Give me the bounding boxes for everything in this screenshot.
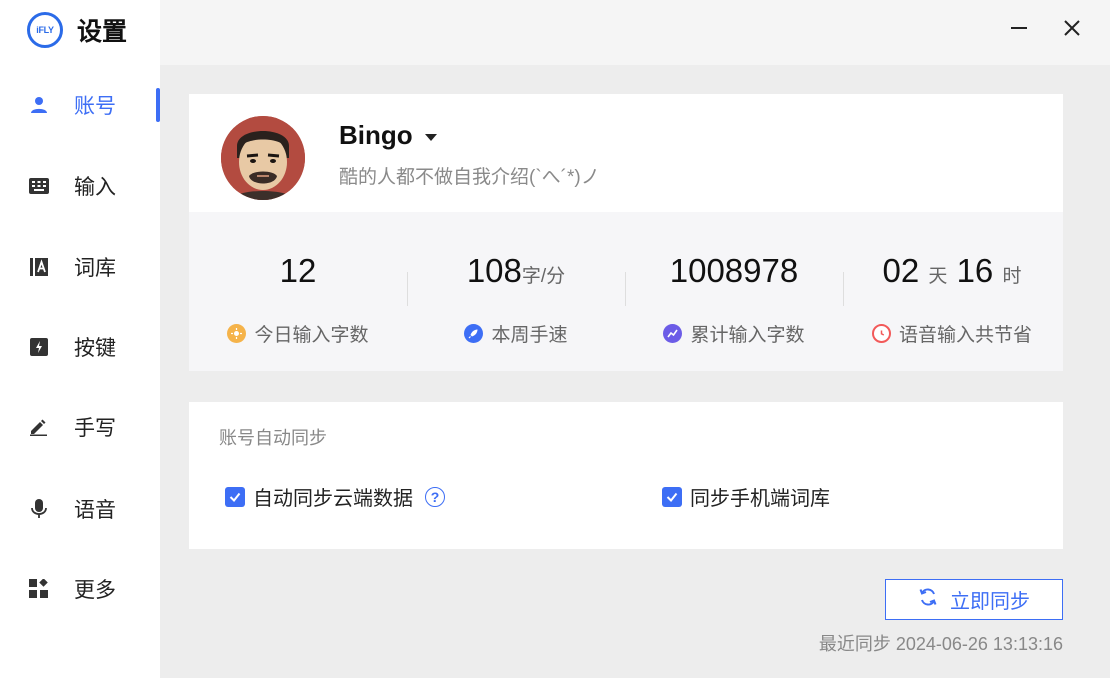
user-icon [29, 95, 49, 115]
stat-label: 累计输入字数 [690, 325, 805, 346]
avatar[interactable] [221, 116, 305, 200]
pen-icon [29, 417, 49, 437]
sidebar-item-input[interactable]: 输入 [0, 161, 160, 211]
stat-today-chars: 12 今日输入字数 [189, 212, 407, 371]
sidebar-item-account[interactable]: 账号 [0, 80, 160, 130]
sun-icon [227, 324, 247, 343]
sidebar-item-label: 按键 [74, 337, 116, 360]
last-sync-time: 最近同步 2024-06-26 13:13:16 [818, 634, 1063, 654]
stats-panel: 12 今日输入字数 108字/分 本周手速 1008978 累计输入字数 02 … [189, 212, 1063, 371]
rocket-icon [464, 324, 484, 343]
stat-value: 108字/分 [466, 252, 566, 289]
stat-weekly-speed: 108字/分 本周手速 [407, 212, 625, 371]
stat-unit: 时 [1002, 266, 1022, 287]
stat-voice-saved: 02 天 16 时 语音输入共节省 [843, 212, 1061, 371]
checkbox-label: 同步手机端词库 [690, 488, 830, 510]
stat-unit: 天 [928, 266, 948, 287]
username: Bingo [339, 120, 413, 150]
sidebar-item-keys[interactable]: 按键 [0, 322, 160, 372]
profile-card: Bingo 酷的人都不做自我介绍(`へ´*)ノ 12 今日输入字数 108字/分… [189, 94, 1063, 371]
clock-icon [871, 324, 891, 343]
sidebar-item-handwriting[interactable]: 手写 [0, 402, 160, 452]
minimize-button[interactable] [1005, 16, 1033, 44]
title-bar [160, 0, 1110, 65]
username-dropdown[interactable]: Bingo [339, 120, 437, 151]
user-bio: 酷的人都不做自我介绍(`へ´*)ノ [339, 167, 600, 188]
stat-value: 12 [279, 252, 317, 289]
sync-phone-dictionary-checkbox[interactable]: 同步手机端词库 [662, 482, 830, 511]
keyboard-icon [29, 176, 49, 196]
sidebar-item-label: 账号 [74, 95, 116, 118]
section-title: 账号自动同步 [219, 428, 327, 448]
sidebar-item-label: 输入 [74, 176, 116, 199]
stat-label: 今日输入字数 [254, 325, 369, 346]
sync-now-button[interactable]: 立即同步 [885, 579, 1063, 620]
stat-unit: 字/分 [521, 266, 566, 287]
help-icon[interactable]: ? [425, 486, 445, 507]
sidebar-item-label: 更多 [74, 579, 116, 602]
sidebar-item-label: 手写 [74, 417, 116, 440]
active-indicator [156, 88, 160, 122]
dictionary-icon [29, 257, 49, 277]
apps-icon [29, 579, 49, 599]
stat-total-chars: 1008978 累计输入字数 [625, 212, 843, 371]
close-button[interactable] [1058, 16, 1086, 44]
sidebar-item-dictionary[interactable]: 词库 [0, 242, 160, 292]
refresh-icon [918, 587, 938, 613]
sidebar: iFLY 设置 账号 输入 词库 按键 手写 语音 更多 [0, 0, 160, 678]
checkbox-label: 自动同步云端数据 [253, 488, 413, 510]
auto-sync-cloud-checkbox[interactable]: 自动同步云端数据 ? [225, 482, 445, 511]
microphone-icon [29, 499, 49, 519]
close-icon [1062, 18, 1082, 43]
sidebar-item-voice[interactable]: 语音 [0, 484, 160, 534]
page-title: 设置 [77, 18, 128, 46]
caret-down-icon [424, 133, 437, 141]
stat-label: 语音输入共节省 [898, 325, 1032, 346]
sidebar-item-label: 语音 [74, 499, 116, 522]
brand: iFLY 设置 [27, 12, 127, 48]
key-icon [29, 337, 49, 357]
minimize-icon [1009, 18, 1029, 43]
trend-icon [663, 324, 683, 343]
check-icon [662, 486, 682, 507]
sync-now-label: 立即同步 [950, 591, 1030, 613]
stat-value: 1008978 [669, 252, 799, 289]
sidebar-item-label: 词库 [74, 257, 116, 280]
check-icon [225, 486, 245, 507]
sync-settings-card: 账号自动同步 自动同步云端数据 ? 同步手机端词库 [189, 402, 1063, 549]
stat-label: 本周手速 [491, 325, 568, 346]
sidebar-item-more[interactable]: 更多 [0, 564, 160, 614]
ifly-logo: iFLY [27, 12, 63, 48]
stat-value: 02 天 16 时 [882, 252, 1022, 289]
